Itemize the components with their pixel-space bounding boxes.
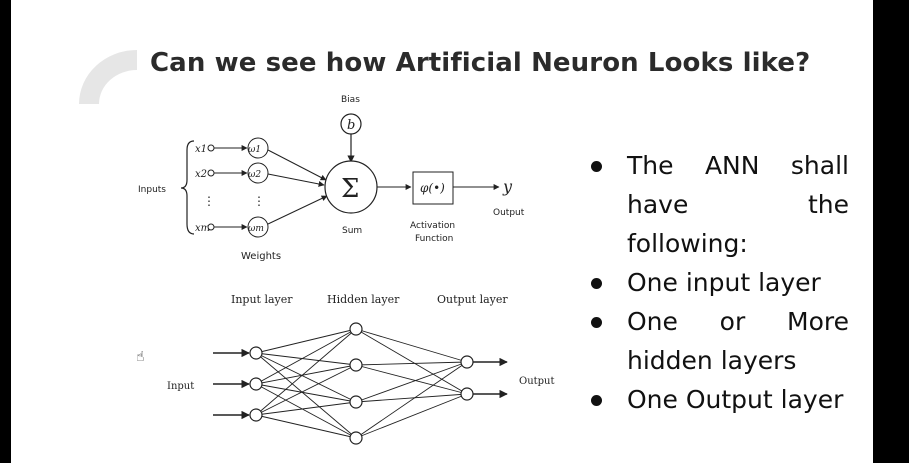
input-node-3 (249, 408, 263, 422)
bullet-dot-icon (591, 395, 602, 406)
neuron-output-label: Output (493, 208, 525, 218)
network-output-label: Output (519, 376, 555, 387)
output-node-2 (460, 387, 474, 401)
input-dots: ⋮ (203, 194, 215, 208)
bullet-item-2: One input layer (587, 263, 849, 302)
hidden-node-2 (349, 358, 363, 372)
input-layer-label: Input layer (231, 293, 293, 306)
hidden-node-4 (349, 431, 363, 445)
inputs-brace (180, 140, 195, 235)
bullet-dot-icon (591, 317, 602, 328)
svg-text:ω1: ω1 (248, 145, 261, 155)
svg-text:ωm: ωm (248, 224, 264, 234)
hidden-node-1 (349, 322, 363, 336)
weight-dots: ⋮ (253, 194, 265, 208)
artificial-neuron-diagram: Bias b Inputs x1 x2 ⋮ xm ω1 ω2 ⋮ ωm Weig… (138, 95, 525, 262)
input-x1: x1 (195, 144, 207, 155)
neural-network-diagram: Input layer Hidden layer Output layer In… (167, 293, 555, 445)
sum-symbol: Σ (341, 174, 359, 204)
network-input-label: Input (167, 381, 194, 392)
weights-label: Weights (241, 251, 281, 262)
output-node-1 (460, 355, 474, 369)
hidden-layer-label: Hidden layer (327, 293, 400, 306)
hand-cursor-icon: ☝ (136, 349, 145, 365)
sum-label: Sum (342, 226, 362, 236)
hidden-node-3 (349, 395, 363, 409)
slide: Can we see how Artificial Neuron Looks l… (11, 0, 873, 463)
presentation-frame: Can we see how Artificial Neuron Looks l… (0, 0, 909, 463)
input-node-1 (249, 346, 263, 360)
activation-label-2: Function (415, 234, 453, 244)
output-layer-label: Output layer (437, 293, 508, 306)
input-x2: x2 (195, 169, 207, 180)
input-node-2 (249, 377, 263, 391)
activation-label-1: Activation (410, 221, 455, 231)
bias-label: Bias (341, 95, 360, 105)
bullet-dot-icon (591, 161, 602, 172)
activation-symbol: φ(•) (420, 181, 445, 195)
bullet-dot-icon (591, 278, 602, 289)
bullet-item-1: The ANN shall have the following: (587, 146, 849, 263)
output-symbol: y (502, 177, 513, 196)
bullet-item-4: One Output layer (587, 380, 849, 419)
svg-text:ω2: ω2 (248, 170, 261, 180)
bullet-list: The ANN shall have the following: One in… (587, 146, 849, 419)
inputs-label: Inputs (138, 185, 166, 195)
bullet-item-3: One or More hidden layers (587, 302, 849, 380)
bias-symbol: b (347, 118, 355, 133)
